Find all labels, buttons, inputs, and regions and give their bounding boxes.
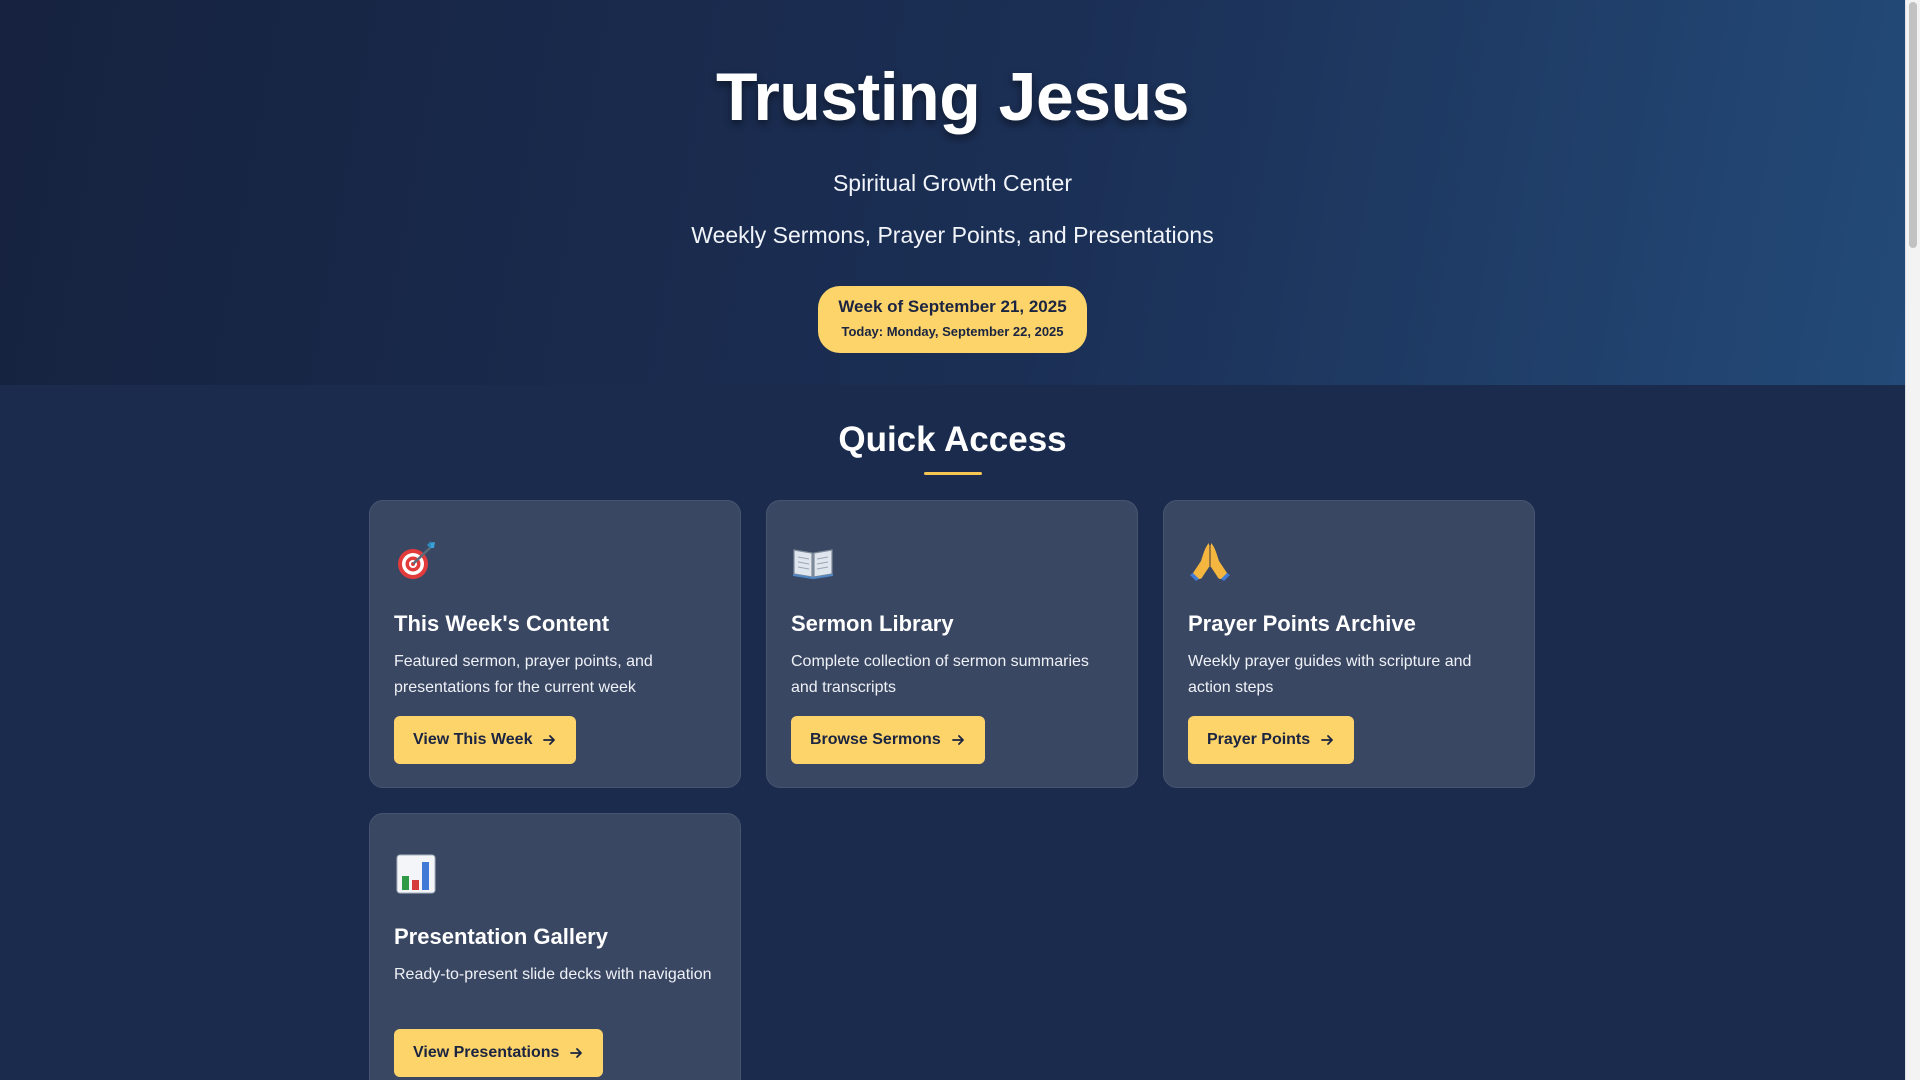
button-label: Browse Sermons: [810, 731, 941, 748]
card-this-week: This Week's Content Featured sermon, pra…: [369, 500, 741, 788]
card-description: Complete collection of sermon summaries …: [791, 653, 1089, 696]
browse-sermons-button[interactable]: Browse Sermons: [791, 716, 985, 764]
heading-underline: [924, 472, 982, 475]
card-sermon-library: Sermon Library Complete collection of se…: [766, 500, 1138, 788]
button-label: View Presentations: [413, 1044, 560, 1061]
card-presentation-gallery: Presentation Gallery Ready-to-present sl…: [369, 813, 741, 1080]
arrow-right-icon: [542, 733, 556, 747]
arrow-right-icon: [951, 733, 965, 747]
open-book-icon: [791, 539, 835, 583]
card-title: Presentation Gallery: [394, 924, 608, 949]
card-description: Featured sermon, prayer points, and pres…: [394, 653, 653, 696]
vertical-scrollbar[interactable]: [1905, 0, 1920, 1080]
site-tagline: Weekly Sermons, Prayer Points, and Prese…: [691, 222, 1214, 248]
arrow-right-icon: [1320, 733, 1334, 747]
card-title: Prayer Points Archive: [1188, 611, 1416, 636]
bar-chart-icon: [394, 852, 438, 896]
quick-access-heading: Quick Access: [838, 420, 1067, 459]
praying-hands-icon: [1188, 539, 1232, 583]
scrollbar-thumb[interactable]: [1909, 2, 1917, 248]
arrow-right-icon: [569, 1046, 583, 1060]
hero-header: Trusting Jesus Spiritual Growth Center W…: [0, 0, 1905, 385]
button-label: Prayer Points: [1207, 731, 1311, 748]
prayer-points-button[interactable]: Prayer Points: [1188, 716, 1355, 764]
view-presentations-button[interactable]: View Presentations: [394, 1029, 604, 1077]
site-subtitle: Spiritual Growth Center: [832, 170, 1073, 196]
card-title: Sermon Library: [791, 611, 954, 636]
today-label: Today: Monday, September 22, 2025: [841, 324, 1064, 339]
card-description: Weekly prayer guides with scripture and …: [1188, 653, 1472, 696]
page: Trusting Jesus Spiritual Growth Center W…: [0, 0, 1905, 1080]
week-date-badge: Week of September 21, 2025 Today: Monday…: [818, 286, 1087, 353]
card-prayer-points-archive: Prayer Points Archive Weekly prayer guid…: [1163, 500, 1535, 788]
target-icon: [394, 539, 438, 583]
card-title: This Week's Content: [394, 611, 610, 636]
week-label: Week of September 21, 2025: [838, 297, 1067, 316]
site-title: Trusting Jesus: [716, 59, 1189, 135]
view-this-week-button[interactable]: View This Week: [394, 716, 577, 764]
button-label: View This Week: [413, 731, 533, 748]
card-description: Ready-to-present slide decks with naviga…: [394, 966, 712, 983]
